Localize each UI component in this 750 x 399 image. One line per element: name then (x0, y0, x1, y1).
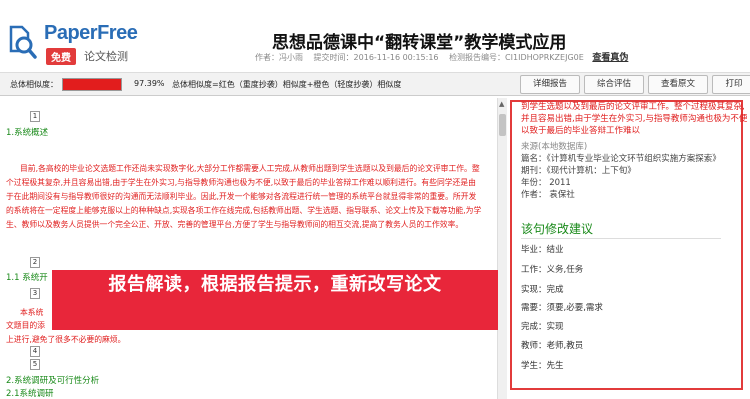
similarity-percent: 97.39% (134, 79, 165, 88)
section-heading: 1.1 系统开 (6, 273, 48, 283)
overall-assessment-button[interactable]: 综合评估 (584, 75, 644, 94)
document-content (0, 97, 495, 399)
free-badge: 免费 (46, 48, 76, 65)
flagged-paragraph[interactable]: 目前,各高校的毕业论文选题工作还尚未实现数字化,大部分工作都需要人工完成,从教师… (6, 162, 482, 232)
meta-author: 作者：冯小雨 (255, 53, 303, 62)
suggestion-item: 学生：先生 (521, 361, 564, 371)
print-button[interactable]: 打印 (712, 75, 750, 94)
suggestion-item: 需要：须要,必要,需求 (521, 303, 603, 313)
section-heading: 2.1系统调研 (6, 389, 54, 399)
paperfree-logo[interactable]: PaperFree 免费 论文检测 (8, 22, 148, 65)
suggestion-item: 实现：完成 (521, 285, 564, 295)
flagged-text-fragment[interactable]: 文题目的添 (6, 320, 45, 331)
similarity-legend: 总体相似度=红色（重度抄袭）相似度+橙色（轻度抄袭）相似度 (172, 80, 402, 89)
detailed-report-button[interactable]: 详细报告 (520, 75, 580, 94)
scroll-up-arrow-icon[interactable]: ▲ (499, 100, 504, 108)
divider (521, 238, 721, 239)
source-database: 来源(本地数据库) (521, 142, 588, 152)
page-marker: 3 (30, 288, 40, 299)
flagged-text-fragment[interactable]: 上进行,避免了很多不必要的麻烦。 (6, 334, 125, 345)
scrollbar-thumb[interactable] (499, 114, 506, 136)
source-author: 作者： 袁保社 (521, 190, 575, 200)
page-marker: 1 (30, 111, 40, 122)
section-heading: 2.系统调研及可行性分析 (6, 376, 100, 386)
source-year: 年份： 2011 (521, 178, 571, 188)
brand-name: PaperFree (44, 22, 138, 44)
page-marker: 2 (30, 257, 40, 268)
similarity-bar (62, 78, 122, 91)
suggestion-item: 工作：义务,任务 (521, 265, 584, 275)
source-journal: 期刊：《现代计算机：上下旬》 (521, 166, 636, 176)
magnifier-logo-icon (9, 25, 37, 59)
suggestion-title: 该句修改建议 (521, 222, 594, 236)
meta-report-id: 检测报告编号：CI1IDHOPRKZEJG0E (449, 53, 584, 62)
brand-subtitle: 论文检测 (84, 50, 128, 63)
section-heading: 1.系统概述 (6, 128, 49, 138)
vertical-scrollbar[interactable]: ▲ (497, 98, 507, 399)
source-title[interactable]: 篇名：《计算机专业毕业论文环节组织实施方案探索》 (521, 152, 721, 164)
promo-banner: 报告解读，根据报告提示，重新改写论文 (52, 270, 498, 330)
suggestion-item: 教师：老师,教员 (521, 341, 584, 351)
matched-sentence: 到学生选题以及到最后的论文评审工作。整个过程极其复杂,并且容易出错,由于学生在外… (521, 102, 748, 136)
page-marker: 4 (30, 346, 40, 357)
report-header: PaperFree 免费 论文检测 思想品德课中“翻转课堂”教学模式应用 作者：… (0, 0, 750, 73)
similarity-label: 总体相似度： (10, 80, 58, 89)
flagged-text-fragment[interactable]: 本系统 (20, 307, 43, 318)
suggestion-item: 完成：实现 (521, 322, 564, 332)
page-marker: 5 (30, 359, 40, 370)
similarity-toolbar: 总体相似度： 97.39% 总体相似度=红色（重度抄袭）相似度+橙色（轻度抄袭）… (0, 73, 750, 96)
meta-submit-time: 提交时间：2016-11-16 00:15:16 (313, 53, 439, 62)
verify-authenticity-link[interactable]: 查看真伪 (592, 53, 628, 63)
view-original-button[interactable]: 查看原文 (648, 75, 708, 94)
suggestion-item: 毕业：结业 (521, 245, 564, 255)
banner-text: 报告解读，根据报告提示，重新改写论文 (108, 274, 442, 295)
document-meta: 作者：冯小雨 提交时间：2016-11-16 00:15:16 检测报告编号：C… (255, 50, 628, 63)
